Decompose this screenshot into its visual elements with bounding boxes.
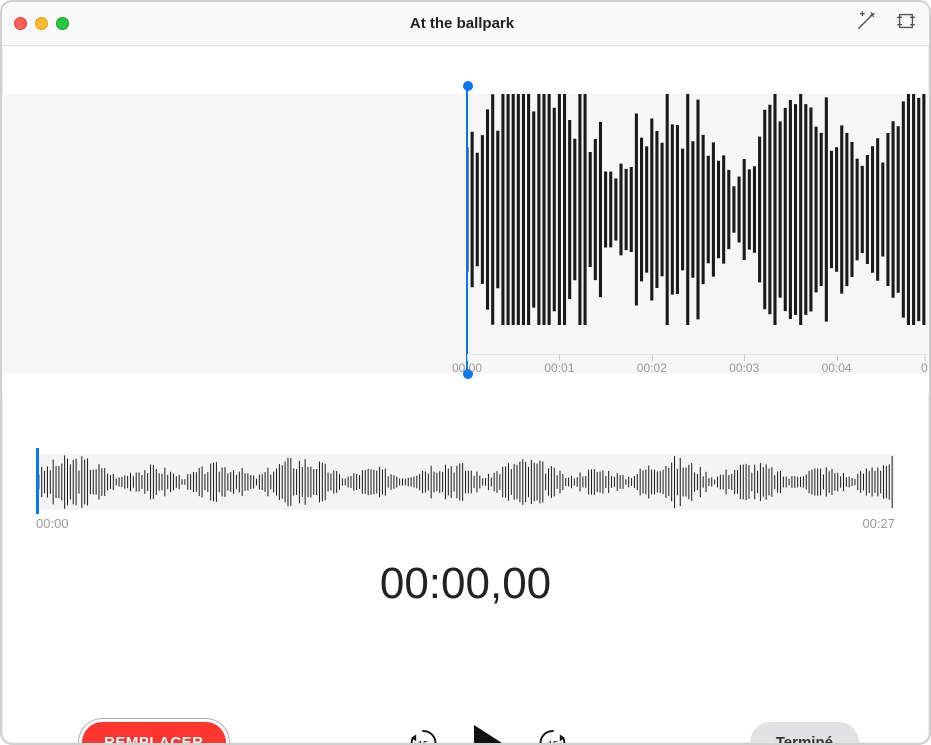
- overview-end-time: 00:27: [862, 516, 895, 531]
- skip-back-15-icon[interactable]: 15: [406, 726, 440, 745]
- ruler-tick: 00:04: [822, 361, 852, 375]
- window-title: At the ballpark: [69, 15, 855, 32]
- ruler-tick: 00:03: [729, 361, 759, 375]
- time-ruler: 00:00 00:01 00:02 00:03 00:04 0: [467, 354, 929, 394]
- ruler-tick: 00:00: [452, 361, 482, 375]
- replace-button[interactable]: REMPLACER: [82, 722, 226, 745]
- minimize-window-button[interactable]: [35, 17, 48, 30]
- overview-start-time: 00:00: [36, 516, 69, 531]
- ruler-tick: 00:01: [544, 361, 574, 375]
- main-waveform: [467, 94, 929, 325]
- overview-waveform[interactable]: [36, 454, 895, 510]
- skip-forward-seconds-label: 15: [547, 739, 557, 745]
- done-button[interactable]: Terminé: [750, 722, 859, 745]
- overview-time-labels: 00:00 00:27: [36, 516, 895, 531]
- window-controls: [14, 17, 69, 30]
- skip-back-seconds-label: 15: [417, 739, 427, 745]
- transport-controls: 15 15: [406, 725, 570, 745]
- playhead-handle-top[interactable]: [463, 81, 473, 91]
- skip-forward-15-icon[interactable]: 15: [536, 726, 570, 745]
- close-window-button[interactable]: [14, 17, 27, 30]
- overview-waveform-svg: [36, 454, 895, 510]
- titlebar-actions: [855, 10, 917, 37]
- play-icon[interactable]: [474, 725, 502, 745]
- titlebar: At the ballpark: [2, 2, 929, 46]
- trim-icon[interactable]: [895, 10, 917, 37]
- overview-playhead[interactable]: [36, 448, 39, 514]
- ruler-tick: 00:02: [637, 361, 667, 375]
- maximize-window-button[interactable]: [56, 17, 69, 30]
- enhance-icon[interactable]: [855, 10, 877, 37]
- ruler-tick: 0: [921, 361, 928, 375]
- playhead-line: [466, 86, 468, 374]
- main-waveform-area[interactable]: 00:00 00:01 00:02 00:03 00:04 0: [2, 94, 929, 394]
- time-display: 00:00,00: [2, 559, 929, 609]
- app-window: At the ballpark 00:00 00:01 00:02 0: [0, 0, 931, 745]
